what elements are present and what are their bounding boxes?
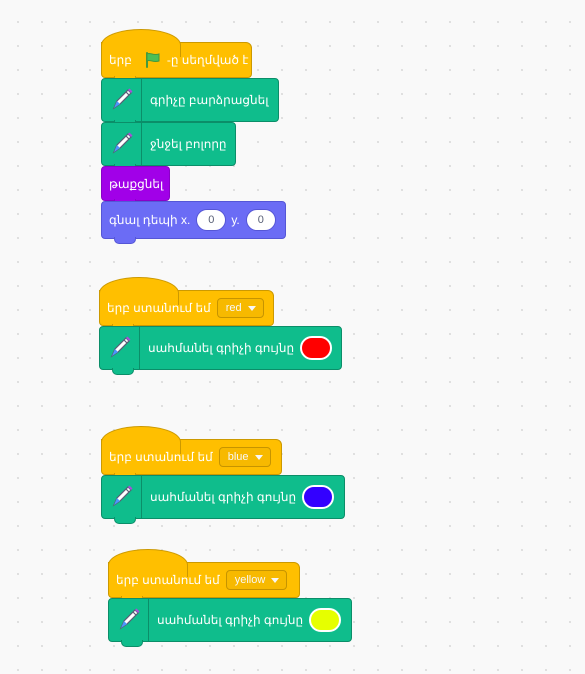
message-dropdown[interactable]: yellow bbox=[225, 570, 288, 590]
pen-color-swatch-red[interactable] bbox=[300, 336, 333, 360]
set-pen-color-label: սահմանել գրիչի գույնը bbox=[150, 490, 297, 504]
pen-up-label: գրիչը բարձրացնել bbox=[150, 93, 269, 107]
dropdown-arrow-icon bbox=[254, 454, 263, 460]
dropdown-arrow-icon bbox=[271, 577, 280, 583]
when-i-receive-label: երբ ստանում եմ bbox=[109, 450, 213, 464]
set-pen-color-block[interactable]: սահմանել գրիչի գույնը bbox=[108, 598, 352, 647]
pen-icon bbox=[109, 86, 135, 115]
x-value-input[interactable]: 0 bbox=[196, 209, 227, 231]
green-flag-icon bbox=[144, 51, 162, 69]
pen-icon bbox=[109, 483, 135, 512]
pen-icon bbox=[109, 130, 135, 159]
pen-extension-icon-frame bbox=[102, 476, 142, 518]
hide-block[interactable]: թաքցնել bbox=[101, 166, 170, 206]
when-flag-clicked-hat-block[interactable]: երբ -ը սեղմված է bbox=[101, 29, 252, 83]
pen-extension-icon-frame bbox=[102, 79, 142, 121]
message-dropdown-value: blue bbox=[227, 451, 249, 463]
erase-all-label: ջնջել բոլորը bbox=[150, 137, 227, 151]
erase-all-block[interactable]: ջնջել բոլորը bbox=[101, 122, 236, 171]
pen-extension-icon-frame bbox=[102, 123, 142, 165]
message-dropdown[interactable]: blue bbox=[218, 447, 271, 467]
when-i-receive-hat-block[interactable]: երբ ստանում եմ blue bbox=[101, 426, 282, 480]
message-dropdown-value: yellow bbox=[234, 574, 266, 586]
when-i-receive-hat-block[interactable]: երբ ստանում եմ yellow bbox=[108, 549, 300, 603]
pen-color-swatch-blue[interactable] bbox=[302, 485, 335, 509]
pen-extension-icon-frame bbox=[100, 327, 140, 369]
set-pen-color-label: սահմանել գրիչի գույնը bbox=[157, 613, 304, 627]
pen-icon bbox=[116, 606, 142, 635]
y-label: y. bbox=[231, 213, 240, 227]
go-to-xy-label: գնալ դեպի x. bbox=[109, 213, 191, 227]
pen-color-swatch-yellow[interactable] bbox=[309, 608, 342, 632]
hat-label-when: երբ bbox=[109, 53, 132, 67]
message-dropdown[interactable]: red bbox=[216, 298, 264, 318]
message-dropdown-value: red bbox=[225, 302, 242, 314]
pen-up-block[interactable]: գրիչը բարձրացնել bbox=[101, 78, 279, 127]
y-value-input[interactable]: 0 bbox=[245, 209, 276, 231]
pen-icon bbox=[107, 334, 133, 363]
go-to-xy-block[interactable]: գնալ դեպի x. 0 y. 0 bbox=[101, 201, 286, 244]
dropdown-arrow-icon bbox=[247, 305, 256, 311]
hat-label-clicked: -ը սեղմված է bbox=[166, 53, 249, 67]
pen-extension-icon-frame bbox=[109, 599, 149, 641]
when-i-receive-label: երբ ստանում եմ bbox=[107, 301, 211, 315]
set-pen-color-block[interactable]: սահմանել գրիչի գույնը bbox=[101, 475, 345, 524]
set-pen-color-block[interactable]: սահմանել գրիչի գույնը bbox=[99, 326, 342, 375]
set-pen-color-label: սահմանել գրիչի գույնը bbox=[148, 341, 295, 355]
when-i-receive-label: երբ ստանում եմ bbox=[116, 573, 220, 587]
when-i-receive-hat-block[interactable]: երբ ստանում եմ red bbox=[99, 277, 274, 331]
hide-label: թաքցնել bbox=[109, 176, 164, 191]
